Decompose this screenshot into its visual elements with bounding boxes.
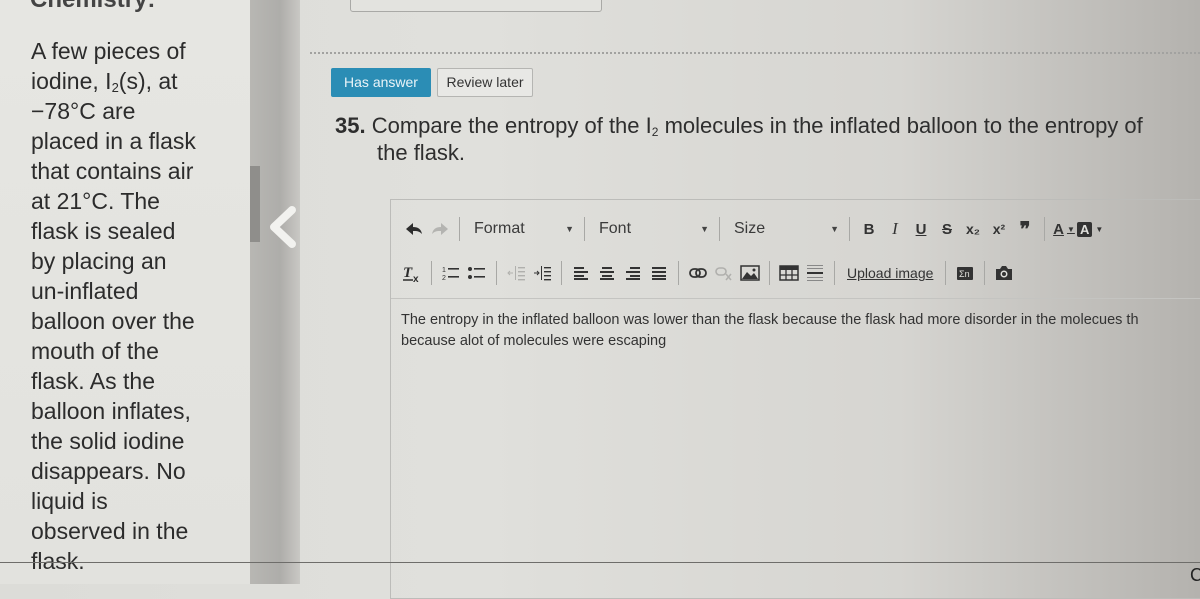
justify-button[interactable] xyxy=(646,259,672,287)
toolbar-separator xyxy=(945,261,947,285)
blockquote-button[interactable]: ❞ xyxy=(1012,215,1038,243)
toolbar-separator xyxy=(849,217,850,241)
svg-text:2: 2 xyxy=(442,275,446,281)
caret-down-icon: ▼ xyxy=(1095,224,1104,234)
subscript-button[interactable]: x₂ xyxy=(960,215,986,243)
italic-button[interactable]: I xyxy=(882,215,908,243)
panel-divider[interactable] xyxy=(250,0,300,584)
strikethrough-button[interactable]: S xyxy=(934,215,960,243)
redo-button[interactable] xyxy=(427,215,453,243)
bold-button[interactable]: B xyxy=(856,215,882,243)
question-area: Has answer Review later 35. Compare the … xyxy=(310,0,1200,599)
toolbar-separator xyxy=(496,261,497,285)
justify-icon xyxy=(650,266,668,280)
passage-panel: Chemistry: A few pieces of iodine, I2(s)… xyxy=(0,0,250,584)
outdent-button[interactable] xyxy=(503,259,529,287)
align-left-icon xyxy=(572,266,590,280)
indent-button[interactable] xyxy=(529,259,555,287)
remove-format-icon: Tx xyxy=(401,263,423,283)
horizontal-rule-icon xyxy=(805,264,825,282)
answer-editor[interactable]: Format ▼ Font ▼ Size ▼ B I U S x₂ x² ❞ A… xyxy=(390,199,1200,599)
bulleted-list-icon xyxy=(467,265,487,281)
align-right-button[interactable] xyxy=(620,259,646,287)
svg-text:x: x xyxy=(413,274,419,283)
image-icon xyxy=(740,265,760,281)
toolbar-row-2: Tx 12 Upload image Σn xyxy=(391,256,1017,290)
align-center-icon xyxy=(598,266,616,280)
text-color-button[interactable]: A ▼ xyxy=(1051,215,1077,243)
remove-format-button[interactable]: Tx xyxy=(399,259,425,287)
corner-text-fragment: C xyxy=(1190,565,1200,585)
background-color-button[interactable]: A ▼ xyxy=(1077,215,1103,243)
editor-toolbar: Format ▼ Font ▼ Size ▼ B I U S x₂ x² ❞ A… xyxy=(391,200,1200,299)
unlink-button[interactable] xyxy=(711,259,737,287)
camera-button[interactable] xyxy=(991,259,1017,287)
bottom-edge-line xyxy=(0,562,1200,563)
equation-button[interactable]: Σn xyxy=(952,259,978,287)
toolbar-separator xyxy=(431,261,432,285)
dotted-divider xyxy=(310,52,1200,54)
superscript-button[interactable]: x² xyxy=(986,215,1012,243)
toolbar-separator xyxy=(719,217,720,241)
toolbar-row-1: Format ▼ Font ▼ Size ▼ B I U S x₂ x² ❞ A… xyxy=(391,212,1103,246)
svg-text:1: 1 xyxy=(442,267,446,274)
question-text: 35. Compare the entropy of the I2 molecu… xyxy=(335,113,1143,165)
caret-down-icon: ▼ xyxy=(830,224,839,234)
chevron-left-icon xyxy=(262,202,302,252)
align-center-button[interactable] xyxy=(594,259,620,287)
svg-text:Σn: Σn xyxy=(959,269,970,279)
font-dropdown[interactable]: Font ▼ xyxy=(591,215,713,243)
question-number: 35. xyxy=(335,113,366,138)
has-answer-button[interactable]: Has answer xyxy=(331,68,431,97)
collapse-panel-button[interactable] xyxy=(262,202,302,252)
toolbar-separator xyxy=(678,261,679,285)
toolbar-separator xyxy=(584,217,585,241)
toolbar-separator xyxy=(984,261,986,285)
outdent-icon xyxy=(506,265,526,281)
toolbar-separator xyxy=(1044,217,1045,241)
scrollbar-thumb[interactable] xyxy=(250,166,260,242)
upload-image-link[interactable]: Upload image xyxy=(841,265,939,281)
camera-icon xyxy=(994,264,1014,282)
caret-down-icon: ▼ xyxy=(565,224,574,234)
section-heading-fragment: Chemistry: xyxy=(30,0,155,14)
link-button[interactable] xyxy=(685,259,711,287)
size-dropdown[interactable]: Size ▼ xyxy=(726,215,843,243)
toolbar-separator xyxy=(561,261,562,285)
toolbar-separator xyxy=(834,261,835,285)
caret-down-icon: ▼ xyxy=(700,224,709,234)
insert-image-button[interactable] xyxy=(737,259,763,287)
equation-icon: Σn xyxy=(955,264,975,282)
underline-button[interactable]: U xyxy=(908,215,934,243)
insert-table-button[interactable] xyxy=(776,259,802,287)
align-left-button[interactable] xyxy=(568,259,594,287)
table-icon xyxy=(779,265,799,281)
numbered-list-button[interactable]: 12 xyxy=(438,259,464,287)
redo-icon xyxy=(430,221,450,237)
previous-input-box[interactable] xyxy=(350,0,602,12)
answer-text-area[interactable]: The entropy in the inflated balloon was … xyxy=(391,310,1200,352)
align-right-icon xyxy=(624,266,642,280)
link-icon xyxy=(688,266,708,280)
passage-text: A few pieces of iodine, I2(s), at −78°C … xyxy=(31,38,196,574)
bulleted-list-button[interactable] xyxy=(464,259,490,287)
indent-icon xyxy=(532,265,552,281)
caret-down-icon: ▼ xyxy=(1066,224,1075,234)
unlink-icon xyxy=(714,265,734,281)
svg-text:T: T xyxy=(403,265,413,281)
toolbar-separator xyxy=(459,217,460,241)
review-later-button[interactable]: Review later xyxy=(437,68,533,97)
format-dropdown[interactable]: Format ▼ xyxy=(466,215,578,243)
numbered-list-icon: 12 xyxy=(441,265,461,281)
undo-button[interactable] xyxy=(401,215,427,243)
horizontal-line-button[interactable] xyxy=(802,259,828,287)
undo-icon xyxy=(404,221,424,237)
toolbar-separator xyxy=(769,261,770,285)
